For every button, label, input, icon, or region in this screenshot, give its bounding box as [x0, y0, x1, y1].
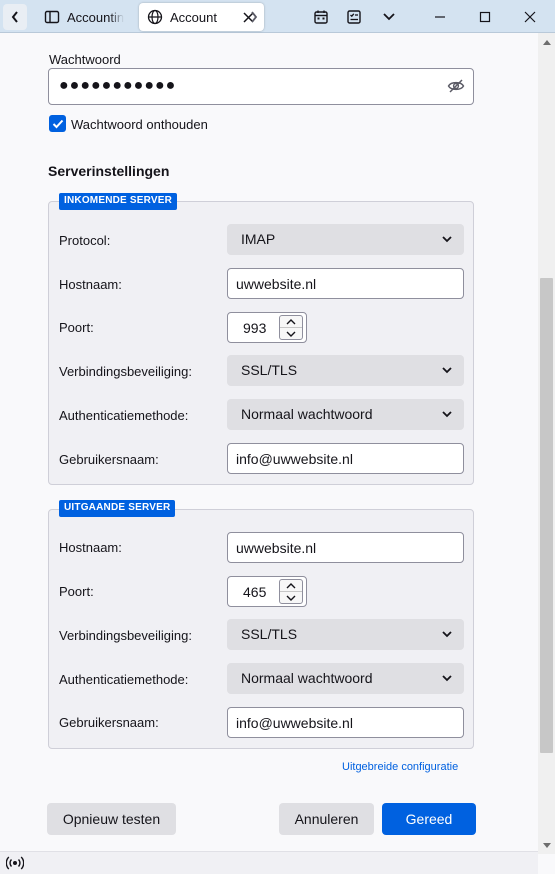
outgoing-username-label: Gebruikersnaam: — [59, 715, 159, 730]
outgoing-hostname-value: uwwebsite.nl — [236, 540, 317, 556]
chevron-down-icon — [442, 675, 452, 682]
tab-label: Accounting — [67, 9, 124, 25]
chevron-up-icon — [542, 39, 551, 45]
incoming-port-label: Poort: — [59, 320, 94, 335]
vertical-scrollbar[interactable] — [538, 33, 555, 854]
globe-icon — [147, 9, 163, 25]
incoming-hostname-label: Hostnaam: — [59, 277, 122, 292]
status-bar — [0, 851, 538, 874]
account-settings-icon — [44, 10, 60, 24]
chevron-down-icon — [442, 411, 452, 418]
incoming-hostname-value: uwwebsite.nl — [236, 276, 317, 292]
incoming-protocol-label: Protocol: — [59, 233, 111, 248]
incoming-port-stepper[interactable] — [279, 315, 303, 340]
incoming-port-input[interactable]: 993 — [227, 312, 307, 343]
chevron-down-icon — [286, 595, 296, 601]
chevron-down-icon — [442, 367, 452, 374]
outgoing-auth-select[interactable]: Normaal wachtwoord — [227, 663, 464, 694]
chevron-up-icon — [286, 582, 296, 588]
tabs-scroll-back-button[interactable] — [3, 4, 27, 30]
chevron-down-icon — [442, 631, 452, 638]
tabs-scroll-forward-button[interactable] — [243, 6, 265, 28]
checkmark-icon — [52, 119, 63, 128]
chevron-right-icon — [251, 11, 258, 23]
incoming-security-select[interactable]: SSL/TLS — [227, 355, 464, 386]
incoming-protocol-value: IMAP — [241, 231, 276, 247]
scroll-down-button[interactable] — [538, 837, 555, 854]
eye-slash-icon — [447, 79, 465, 93]
outgoing-port-label: Poort: — [59, 584, 94, 599]
scroll-up-button[interactable] — [538, 33, 555, 50]
online-status-button[interactable] — [5, 856, 25, 873]
chevron-down-icon — [286, 331, 296, 337]
incoming-server-legend: INKOMENDE SERVER — [59, 193, 178, 210]
tasks-icon — [347, 10, 361, 24]
port-increment-button[interactable] — [280, 580, 302, 592]
tab-accounting[interactable]: Accounting — [36, 3, 132, 31]
chevron-up-icon — [286, 318, 296, 324]
chevron-down-icon — [383, 13, 395, 21]
remember-password-checkbox[interactable] — [49, 115, 66, 132]
outgoing-hostname-input[interactable]: uwwebsite.nl — [227, 532, 464, 563]
password-label: Wachtwoord — [49, 52, 121, 67]
done-button[interactable]: Gereed — [382, 803, 476, 835]
port-decrement-button[interactable] — [280, 592, 302, 604]
remember-password-label: Wachtwoord onthouden — [71, 117, 208, 132]
outgoing-security-select[interactable]: SSL/TLS — [227, 619, 464, 650]
incoming-auth-value: Normaal wachtwoord — [241, 406, 373, 422]
outgoing-server-legend: UITGAANDE SERVER — [59, 500, 176, 517]
incoming-protocol-select[interactable]: IMAP — [227, 224, 464, 255]
window-close-button[interactable] — [519, 6, 541, 28]
online-status-icon — [5, 856, 25, 870]
port-increment-button[interactable] — [280, 316, 302, 328]
maximize-button[interactable] — [474, 6, 496, 28]
section-title: Serverinstellingen — [48, 163, 170, 179]
tab-label: Account — [170, 9, 217, 25]
incoming-auth-label: Authenticatiemethode: — [59, 408, 189, 423]
toggle-password-visibility[interactable] — [447, 78, 465, 97]
incoming-username-input[interactable]: info@uwwebsite.nl — [227, 443, 464, 474]
scroll-thumb[interactable] — [540, 278, 553, 753]
advanced-config-link[interactable]: Uitgebreide configuratie — [342, 761, 458, 773]
calendar-button[interactable] — [310, 6, 332, 28]
tab-bar: Accounting Account — [0, 0, 555, 33]
list-all-tabs-button[interactable] — [378, 6, 400, 28]
outgoing-port-input[interactable]: 465 — [227, 576, 307, 607]
minimize-icon — [435, 16, 445, 18]
password-value: ●●●●●●●●●●● — [59, 77, 177, 94]
incoming-username-label: Gebruikersnaam: — [59, 452, 159, 467]
incoming-security-label: Verbindingsbeveiliging: — [59, 364, 192, 379]
password-field[interactable]: ●●●●●●●●●●● — [48, 68, 474, 105]
outgoing-auth-value: Normaal wachtwoord — [241, 670, 373, 686]
outgoing-username-value: info@uwwebsite.nl — [236, 715, 353, 731]
calendar-icon — [314, 10, 328, 24]
cancel-button[interactable]: Annuleren — [279, 803, 374, 835]
outgoing-hostname-label: Hostnaam: — [59, 540, 122, 555]
tasks-button[interactable] — [343, 6, 365, 28]
back-icon — [11, 11, 18, 23]
outgoing-auth-label: Authenticatiemethode: — [59, 672, 189, 687]
outgoing-username-input[interactable]: info@uwwebsite.nl — [227, 707, 464, 738]
minimize-button[interactable] — [429, 6, 451, 28]
incoming-hostname-input[interactable]: uwwebsite.nl — [227, 268, 464, 299]
incoming-username-value: info@uwwebsite.nl — [236, 451, 353, 467]
port-decrement-button[interactable] — [280, 328, 302, 340]
outgoing-security-label: Verbindingsbeveiliging: — [59, 628, 192, 643]
chevron-down-icon — [442, 236, 452, 243]
outgoing-port-stepper[interactable] — [279, 579, 303, 604]
outgoing-security-value: SSL/TLS — [241, 626, 298, 642]
window-close-icon — [524, 11, 536, 23]
incoming-port-value: 993 — [243, 320, 267, 336]
outgoing-port-value: 465 — [243, 584, 267, 600]
chevron-down-icon — [542, 842, 551, 848]
incoming-auth-select[interactable]: Normaal wachtwoord — [227, 399, 464, 430]
incoming-security-value: SSL/TLS — [241, 362, 298, 378]
maximize-icon — [479, 11, 491, 23]
retest-button[interactable]: Opnieuw testen — [47, 803, 176, 835]
